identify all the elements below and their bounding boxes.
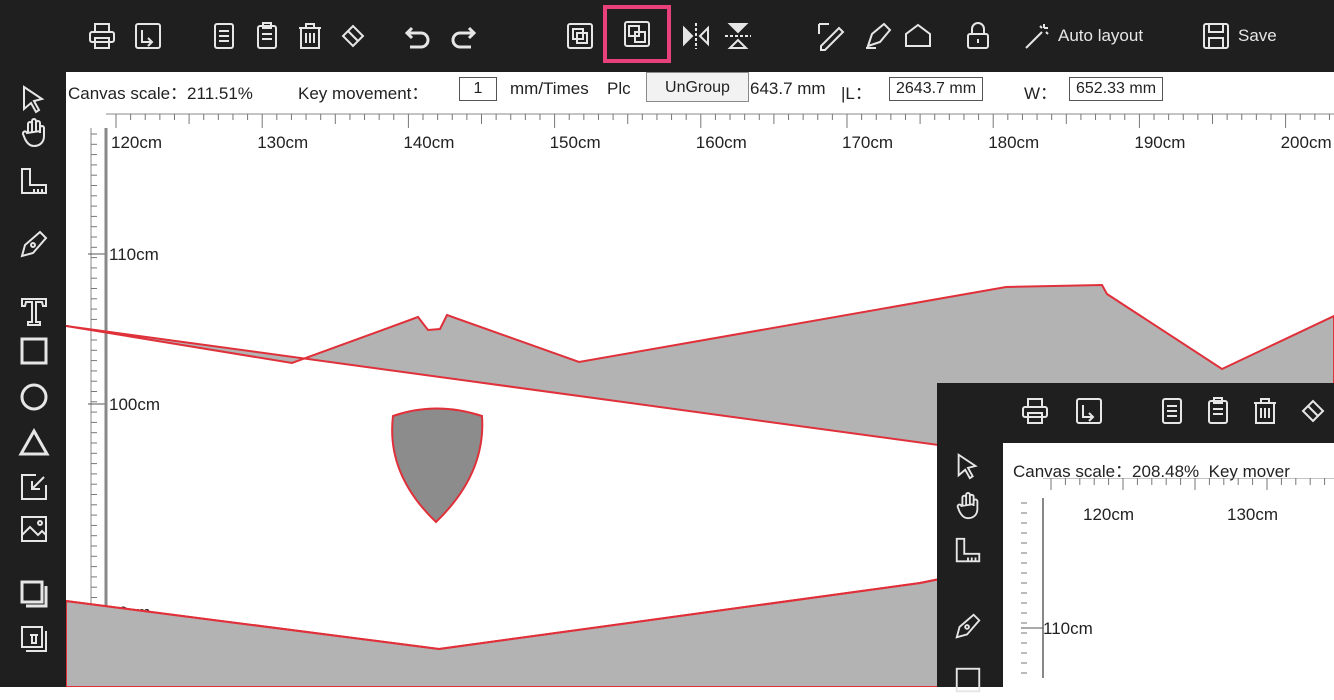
unit-label: mm/Times (510, 79, 589, 98)
rectangle-tool-icon[interactable] (17, 334, 51, 368)
position-value: 643.7 mm (750, 79, 826, 98)
secondary-ruler: 120cm 130cm 110cm (1021, 478, 1334, 678)
left-toolbar (0, 72, 66, 687)
canvas-scale-label: Canvas scale：211.51% (68, 84, 253, 103)
h-ruler-label: 190cm (1134, 133, 1185, 152)
v-ruler-label: 110cm (109, 245, 159, 264)
position-label: Plc (607, 79, 631, 98)
v-ruler-label: 100cm (109, 395, 160, 414)
auto-layout-button[interactable]: Auto layout (1020, 13, 1143, 59)
shape-icon[interactable] (902, 13, 934, 59)
redo-icon[interactable] (447, 13, 479, 59)
text-tool-icon[interactable] (17, 294, 51, 328)
ungroup-icon[interactable] (603, 5, 671, 63)
print-icon[interactable] (86, 13, 118, 59)
auto-layout-label: Auto layout (1058, 26, 1144, 45)
hand-pan-icon[interactable] (17, 116, 51, 150)
h-ruler-label: 160cm (696, 133, 747, 152)
h-ruler-label: 120cm (111, 133, 162, 152)
horizontal-ruler: 120cm 130cm 140cm 150cm 160cm 170cm 180cm 190cm… (106, 113, 1334, 152)
secondary-export-icon[interactable] (1073, 395, 1105, 432)
vertical-ruler: 110cm100cm90cm80cm (88, 128, 160, 687)
import-icon[interactable] (17, 470, 51, 504)
shield-shape[interactable] (391, 407, 484, 524)
secondary-copy-icon[interactable] (1155, 395, 1187, 432)
sub-h-ruler-label: 130cm (1227, 505, 1278, 524)
save-label: Save (1238, 26, 1277, 45)
width-input[interactable]: 652.33 mm (1069, 77, 1164, 101)
flip-vertical-icon[interactable] (722, 13, 754, 59)
magic-wand-icon (1025, 24, 1049, 49)
secondary-canvas-svg: 120cm 130cm 110cm (1021, 478, 1334, 678)
h-ruler-label: 150cm (550, 133, 601, 152)
key-movement-label: Key movement： (298, 84, 429, 103)
secondary-pen-tool-icon[interactable] (953, 611, 983, 646)
secondary-paste-icon[interactable] (1202, 395, 1234, 432)
layer-delete-icon[interactable] (17, 622, 51, 656)
save-icon (1203, 23, 1229, 49)
length-input[interactable]: 2643.7 mm (889, 77, 984, 101)
main-toolbar: Auto layout Save (0, 0, 1334, 72)
clear-icon[interactable] (337, 13, 369, 59)
export-icon[interactable] (132, 13, 164, 59)
secondary-window: Canvas scale：208.48% Key mover 120cm 130c… (937, 383, 1334, 693)
secondary-ruler-icon[interactable] (953, 535, 983, 570)
h-ruler-label: 140cm (403, 133, 454, 152)
pen-icon[interactable] (862, 13, 894, 59)
layer-icon[interactable] (17, 577, 51, 611)
key-movement-input[interactable]: 1 (459, 77, 497, 101)
secondary-delete-icon[interactable] (1249, 395, 1281, 432)
secondary-tool-partial-icon[interactable] (953, 665, 983, 700)
ruler-icon[interactable] (17, 164, 51, 198)
secondary-select-arrow-icon[interactable] (953, 451, 983, 486)
select-arrow-icon[interactable] (17, 82, 51, 116)
lock-icon[interactable] (962, 13, 994, 59)
edit-nodes-icon[interactable] (815, 13, 847, 59)
save-button[interactable]: Save (1200, 13, 1277, 59)
pen-tool-icon[interactable] (17, 227, 51, 261)
group-icon[interactable] (564, 13, 596, 59)
delete-icon[interactable] (294, 13, 326, 59)
length-label: |L： (841, 84, 872, 103)
secondary-left-toolbar (937, 443, 1003, 693)
sub-v-ruler-label: 110cm (1043, 619, 1093, 638)
h-ruler-label: 180cm (988, 133, 1039, 152)
secondary-clear-icon[interactable] (1297, 395, 1329, 432)
h-ruler-label: 130cm (257, 133, 308, 152)
sub-h-ruler-label: 120cm (1083, 505, 1134, 524)
paste-icon[interactable] (251, 13, 283, 59)
ungroup-tooltip: UnGroup (646, 72, 749, 102)
secondary-print-icon[interactable] (1019, 395, 1051, 432)
undo-icon[interactable] (402, 13, 434, 59)
image-tool-icon[interactable] (17, 512, 51, 546)
secondary-toolbar (937, 383, 1334, 443)
flip-horizontal-icon[interactable] (680, 13, 712, 59)
secondary-hand-pan-icon[interactable] (953, 491, 983, 526)
width-label: W： (1024, 84, 1058, 103)
h-ruler-label: 170cm (842, 133, 893, 152)
h-ruler-label: 200cm (1281, 133, 1332, 152)
ellipse-tool-icon[interactable] (17, 380, 51, 414)
triangle-tool-icon[interactable] (17, 426, 51, 460)
copy-icon[interactable] (207, 13, 239, 59)
